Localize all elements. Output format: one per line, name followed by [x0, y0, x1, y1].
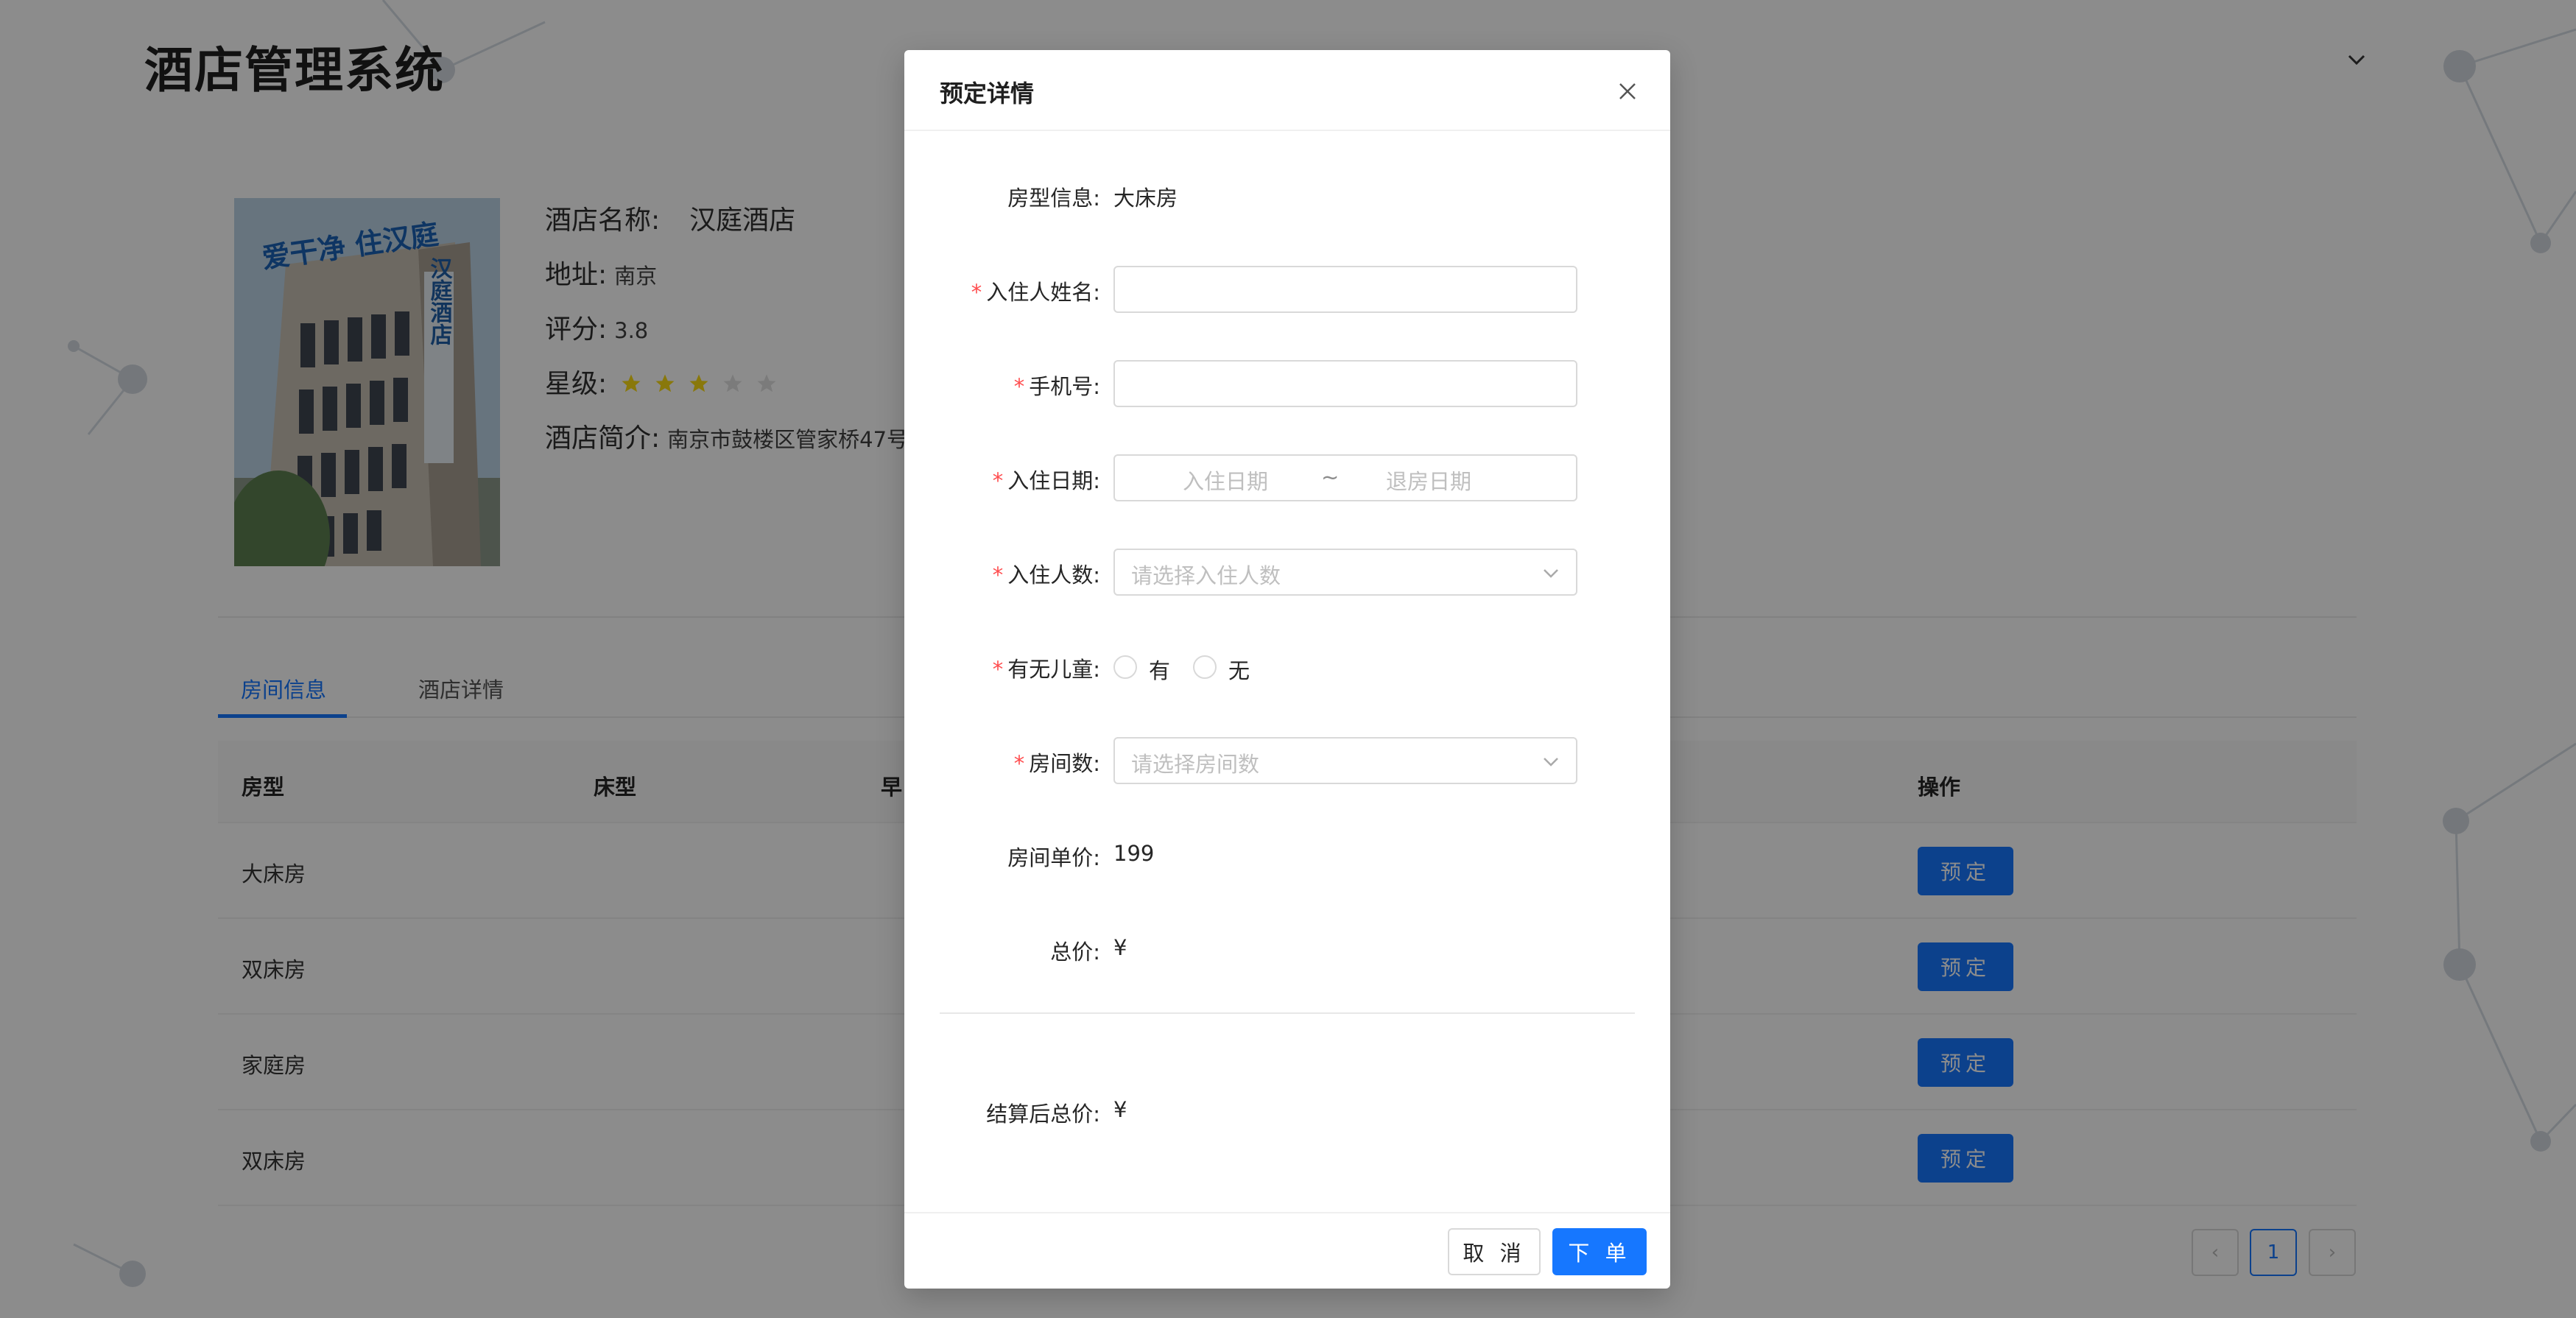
phone-label: * 手机号: — [1013, 374, 1100, 399]
modal-footer-divider — [904, 1212, 1670, 1213]
cancel-button[interactable]: 取 消 — [1448, 1228, 1541, 1275]
final-total-value: ¥ — [1113, 1097, 1127, 1122]
children-radio-group: 有 无 — [1113, 655, 1334, 683]
chevron-down-icon — [1544, 569, 1558, 578]
start-date-placeholder[interactable]: 入住日期 — [1183, 465, 1268, 496]
phone-input[interactable] — [1113, 360, 1577, 407]
unit-price-value: 199 — [1113, 841, 1155, 866]
booking-modal: 预定详情 房型信息: 大床房 * 入住人姓名: * 手机号: * 入住日期: 入住日期… — [904, 50, 1670, 1289]
guest-name-input[interactable] — [1113, 266, 1577, 313]
room-type-value: 大床房 — [1113, 186, 1178, 211]
guest-name-label: * 入住人姓名: — [971, 280, 1100, 305]
modal-title: 预定详情 — [940, 80, 1035, 108]
room-count-placeholder: 请选择房间数 — [1131, 752, 1260, 777]
price-divider — [940, 1012, 1635, 1014]
room-count-label: * 房间数: — [1013, 751, 1100, 776]
place-order-button[interactable]: 下 单 — [1552, 1228, 1647, 1275]
room-type-label: 房型信息: — [1007, 186, 1100, 211]
guest-count-label: * 入住人数: — [992, 563, 1100, 588]
final-total-label: 结算后总价: — [986, 1102, 1100, 1127]
end-date-placeholder[interactable]: 退房日期 — [1386, 465, 1471, 496]
date-range-separator: ~ — [1321, 465, 1340, 490]
children-yes-radio[interactable] — [1113, 655, 1137, 679]
children-no-label[interactable]: 无 — [1228, 654, 1250, 685]
unit-price-label: 房间单价: — [1007, 845, 1100, 870]
date-range-picker[interactable]: 入住日期 ~ 退房日期 — [1113, 454, 1577, 501]
children-yes-label[interactable]: 有 — [1149, 654, 1170, 685]
room-count-select[interactable]: 请选择房间数 — [1113, 737, 1577, 784]
check-in-date-label: * 入住日期: — [992, 468, 1100, 493]
children-label: * 有无儿童: — [992, 657, 1100, 682]
chevron-down-icon — [1544, 758, 1558, 767]
children-no-radio[interactable] — [1193, 655, 1217, 679]
modal-header-divider — [904, 130, 1670, 131]
total-price-value: ¥ — [1113, 935, 1127, 960]
guest-count-select[interactable]: 请选择入住人数 — [1113, 549, 1577, 596]
close-icon[interactable] — [1616, 80, 1639, 103]
guest-count-placeholder: 请选择入住人数 — [1131, 563, 1281, 588]
total-price-label: 总价: — [1050, 940, 1100, 965]
